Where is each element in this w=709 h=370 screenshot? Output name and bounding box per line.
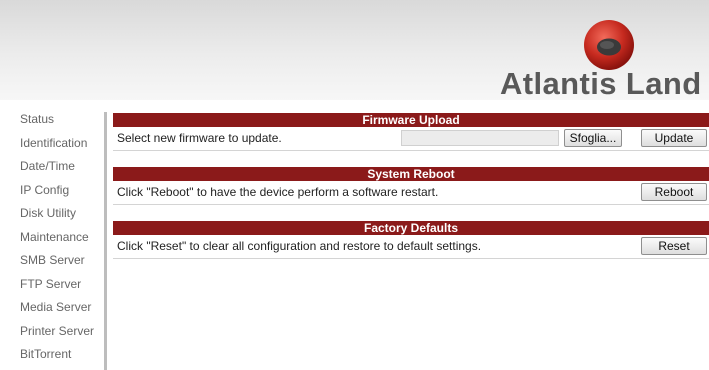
nav-item-identification[interactable]: Identification <box>0 132 100 156</box>
atlantis-logo-icon <box>584 20 634 70</box>
firmware-upload-section: Firmware Upload Select new firmware to u… <box>113 113 709 151</box>
factory-defaults-title: Factory Defaults <box>113 221 709 235</box>
nav-item-media-server[interactable]: Media Server <box>0 296 100 320</box>
firmware-upload-text: Select new firmware to update. <box>117 131 282 145</box>
system-reboot-text: Click "Reboot" to have the device perfor… <box>117 185 439 199</box>
brand-name: Atlantis Land <box>500 66 702 101</box>
nav-item-date-time[interactable]: Date/Time <box>0 155 100 179</box>
reboot-button[interactable]: Reboot <box>641 183 707 201</box>
system-reboot-title: System Reboot <box>113 167 709 181</box>
main-content: Firmware Upload Select new firmware to u… <box>113 113 709 275</box>
nav-item-disk-utility[interactable]: Disk Utility <box>0 202 100 226</box>
nav-item-smb-server[interactable]: SMB Server <box>0 249 100 273</box>
nav-item-ip-config[interactable]: IP Config <box>0 179 100 203</box>
system-reboot-section: System Reboot Click "Reboot" to have the… <box>113 167 709 205</box>
header-banner: Atlantis Land <box>0 0 709 101</box>
factory-defaults-row: Click "Reset" to clear all configuration… <box>113 235 709 259</box>
system-reboot-row: Click "Reboot" to have the device perfor… <box>113 181 709 205</box>
nav-item-printer-server[interactable]: Printer Server <box>0 320 100 344</box>
nav-item-maintenance[interactable]: Maintenance <box>0 226 100 250</box>
sidebar-nav: Status Identification Date/Time IP Confi… <box>0 108 100 367</box>
nav-item-status[interactable]: Status <box>0 108 100 132</box>
browse-button[interactable]: Sfoglia... <box>564 129 622 147</box>
firmware-file-input[interactable] <box>401 130 559 146</box>
firmware-upload-row: Select new firmware to update. Sfoglia..… <box>113 127 709 151</box>
firmware-upload-title: Firmware Upload <box>113 113 709 127</box>
update-button[interactable]: Update <box>641 129 707 147</box>
factory-defaults-text: Click "Reset" to clear all configuration… <box>117 239 482 253</box>
nav-item-ftp-server[interactable]: FTP Server <box>0 273 100 297</box>
sidebar-divider <box>104 112 107 370</box>
nav-item-bittorrent[interactable]: BitTorrent <box>0 343 100 367</box>
reset-button[interactable]: Reset <box>641 237 707 255</box>
factory-defaults-section: Factory Defaults Click "Reset" to clear … <box>113 221 709 259</box>
